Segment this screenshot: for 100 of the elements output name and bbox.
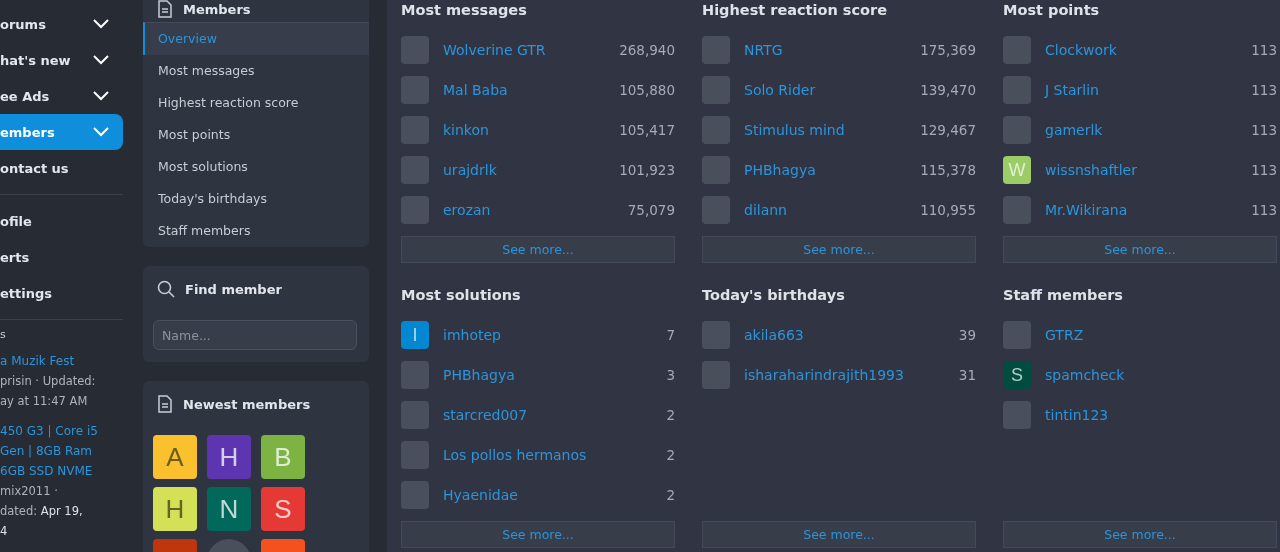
username-link[interactable]: Clockwork — [1045, 42, 1252, 58]
username-link[interactable]: dilann — [744, 202, 921, 218]
photo-placeholder[interactable] — [702, 36, 730, 64]
username-link[interactable]: Solo Rider — [744, 82, 921, 98]
photo-placeholder[interactable] — [401, 156, 429, 184]
nav-item[interactable]: embers — [0, 114, 123, 150]
nav-item[interactable]: hat's new — [0, 42, 123, 78]
nav-item[interactable]: ontact us — [0, 150, 123, 186]
count: 115,378 — [920, 162, 976, 178]
document-icon — [157, 395, 173, 413]
username-link[interactable]: PHBhagya — [443, 367, 667, 383]
thread-link[interactable]: 450 G3 | Core i5 Gen | 8GB Ram 6GB SSD NVME — [0, 421, 123, 481]
username-link[interactable]: wissnshaftler — [1045, 162, 1252, 178]
menu-item[interactable]: Most points — [143, 119, 369, 151]
username-link[interactable]: tintin123 — [1045, 407, 1277, 423]
photo-placeholder[interactable] — [401, 361, 429, 389]
username-link[interactable]: imhotep — [443, 327, 667, 343]
section-heading: s — [0, 328, 7, 341]
username-link[interactable]: J Starlin — [1045, 82, 1252, 98]
photo-placeholder[interactable] — [401, 76, 429, 104]
photo-placeholder[interactable] — [702, 116, 730, 144]
photo-placeholder[interactable] — [401, 196, 429, 224]
see-more-button[interactable]: See more... — [702, 521, 976, 548]
photo-placeholder[interactable] — [702, 156, 730, 184]
name-input[interactable]: Name... — [153, 320, 357, 350]
username-link[interactable]: kinkon — [443, 122, 620, 138]
section-title: Highest reaction score — [702, 1, 889, 20]
photo-placeholder[interactable] — [401, 481, 429, 509]
username-link[interactable]: starcred007 — [443, 407, 667, 423]
see-more-button[interactable]: See more... — [401, 521, 675, 548]
photo-placeholder[interactable] — [1003, 196, 1031, 224]
thread-meta: mix2011 · — [0, 483, 59, 500]
menu-item[interactable]: Today's birthdays — [143, 183, 369, 215]
photo-placeholder[interactable] — [401, 401, 429, 429]
thread-link[interactable]: a Muzik Fest — [0, 351, 123, 371]
username-link[interactable]: GTRZ — [1045, 327, 1277, 343]
username-link[interactable]: urajdrlk — [443, 162, 620, 178]
count: 7 — [666, 327, 675, 343]
avatar-tile[interactable]: H — [153, 487, 197, 531]
username-link[interactable]: PHBhagya — [744, 162, 921, 178]
menu-item[interactable]: Highest reaction score — [143, 87, 369, 119]
avatar-tile[interactable]: A — [153, 435, 197, 479]
menu-item[interactable]: Most messages — [143, 55, 369, 87]
photo-placeholder[interactable] — [702, 76, 730, 104]
menu-item[interactable]: Most solutions — [143, 151, 369, 183]
photo-placeholder[interactable] — [1003, 76, 1031, 104]
username-link[interactable]: NRTG — [744, 42, 921, 58]
section-title: Most solutions — [401, 286, 522, 305]
username-link[interactable]: Wolverine GTR — [443, 42, 620, 58]
block-title: Find member — [185, 281, 282, 297]
photo-placeholder[interactable] — [401, 116, 429, 144]
username-link[interactable]: Los pollos hermanos — [443, 447, 667, 463]
photo-placeholder[interactable] — [401, 36, 429, 64]
photo-placeholder[interactable] — [702, 196, 730, 224]
nav-item[interactable]: ettings — [0, 275, 123, 311]
username-link[interactable]: isharaharindrajith1993 — [744, 367, 959, 383]
see-more-button[interactable]: See more... — [1003, 236, 1277, 263]
username-link[interactable]: Mr.Wikirana — [1045, 202, 1252, 218]
count: 75,079 — [627, 202, 675, 218]
username-link[interactable]: erozan — [443, 202, 628, 218]
username-link[interactable]: Mal Baba — [443, 82, 620, 98]
count: 113 — [1251, 122, 1277, 138]
see-more-button[interactable]: See more... — [702, 236, 976, 263]
thread-meta: ay at 11:47 AM — [0, 393, 89, 410]
photo-placeholder[interactable] — [1003, 36, 1031, 64]
menu-item[interactable]: Staff members — [143, 215, 369, 247]
photo-placeholder[interactable] — [702, 321, 730, 349]
avatar-tile[interactable]: S — [261, 487, 305, 531]
count: 113 — [1251, 162, 1277, 178]
nav-item[interactable]: orums — [0, 6, 123, 42]
username-link[interactable]: akila663 — [744, 327, 959, 343]
avatar-tile[interactable]: N — [207, 487, 251, 531]
avatar-tile[interactable]: H — [207, 435, 251, 479]
username-link[interactable]: gamerlk — [1045, 122, 1252, 138]
photo-placeholder[interactable] — [702, 361, 730, 389]
see-more-button[interactable]: See more... — [401, 236, 675, 263]
chevron-icon — [93, 19, 109, 29]
avatar[interactable]: S — [1003, 361, 1031, 389]
photo-placeholder[interactable] — [1003, 321, 1031, 349]
see-more-button[interactable]: See more... — [1003, 521, 1277, 548]
nav-item[interactable]: ee Ads — [0, 78, 123, 114]
username-link[interactable]: spamcheck — [1045, 367, 1277, 383]
count: 31 — [958, 367, 976, 383]
section-title: Most points — [1003, 1, 1101, 20]
count: 129,467 — [920, 122, 976, 138]
photo-placeholder[interactable] — [1003, 116, 1031, 144]
username-link[interactable]: Hyaenidae — [443, 487, 667, 503]
block-title: Newest members — [183, 396, 311, 412]
photo-placeholder[interactable] — [401, 441, 429, 469]
photo-placeholder[interactable] — [1003, 401, 1031, 429]
avatar-tile[interactable]: B — [261, 435, 305, 479]
nav-item[interactable]: ofile — [0, 203, 123, 239]
avatar[interactable]: I — [401, 321, 429, 349]
username-link[interactable]: Stimulus mind — [744, 122, 921, 138]
count: 105,880 — [619, 82, 675, 98]
menu-item[interactable]: Overview — [143, 22, 369, 55]
chevron-icon — [93, 55, 109, 65]
thread-meta: dated: Apr 19, — [0, 503, 84, 520]
nav-item[interactable]: erts — [0, 239, 123, 275]
count: 175,369 — [920, 42, 976, 58]
